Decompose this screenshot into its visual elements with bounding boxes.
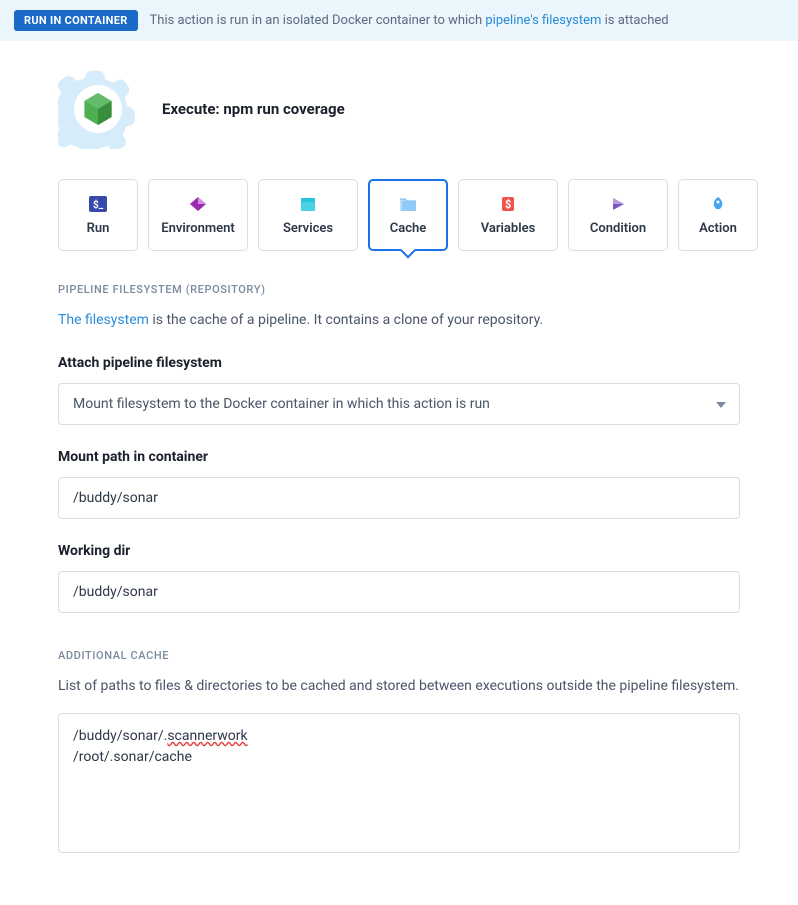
action-header: Execute: npm run coverage bbox=[58, 61, 740, 167]
tab-label: Condition bbox=[590, 221, 646, 236]
diamond-icon bbox=[188, 195, 208, 213]
tab-services[interactable]: Services bbox=[258, 179, 358, 251]
tab-environment[interactable]: Environment bbox=[148, 179, 248, 251]
additional-cache-textarea[interactable]: /buddy/sonar/.scannerwork/root/.sonar/ca… bbox=[58, 713, 740, 853]
tab-action[interactable]: Action bbox=[678, 179, 758, 251]
filesystem-desc: The filesystem is the cache of a pipelin… bbox=[58, 310, 740, 331]
cache-line1-squiggle: scannerwork bbox=[167, 728, 247, 744]
folder-icon bbox=[398, 195, 418, 213]
action-logo-gear bbox=[58, 69, 138, 149]
dollar-icon: $ bbox=[498, 195, 518, 213]
play-icon bbox=[608, 195, 628, 213]
additional-cache-desc: List of paths to files & directories to … bbox=[58, 676, 740, 697]
svg-text:$_: $_ bbox=[93, 198, 104, 211]
attach-filesystem-select[interactable]: Mount filesystem to the Docker container… bbox=[58, 383, 740, 425]
tab-label: Environment bbox=[161, 221, 235, 236]
filesystem-link[interactable]: The filesystem bbox=[58, 312, 149, 328]
cache-line1-prefix: /buddy/sonar/. bbox=[73, 728, 167, 744]
working-dir-label: Working dir bbox=[58, 543, 740, 559]
mount-path-label: Mount path in container bbox=[58, 449, 740, 465]
run-container-badge: RUN IN CONTAINER bbox=[14, 10, 138, 31]
rocket-icon bbox=[708, 195, 728, 213]
cache-line2: /root/.sonar/cache bbox=[73, 749, 192, 765]
banner-text: This action is run in an isolated Docker… bbox=[150, 13, 669, 28]
tab-condition[interactable]: Condition bbox=[568, 179, 668, 251]
tab-label: Cache bbox=[390, 221, 427, 236]
attach-label: Attach pipeline filesystem bbox=[58, 355, 740, 371]
box-icon bbox=[298, 195, 318, 213]
banner-text-before: This action is run in an isolated Docker… bbox=[150, 13, 486, 28]
banner-text-after: is attached bbox=[601, 13, 668, 28]
working-dir-input[interactable] bbox=[58, 571, 740, 613]
tab-run[interactable]: $_ Run bbox=[58, 179, 138, 251]
tab-cache[interactable]: Cache bbox=[368, 179, 448, 251]
terminal-icon: $_ bbox=[88, 195, 108, 213]
tab-variables[interactable]: $ Variables bbox=[458, 179, 558, 251]
additional-cache-header: ADDITIONAL CACHE bbox=[58, 649, 740, 662]
tabs-nav: $_ Run Environment Services Cache $ bbox=[58, 179, 740, 251]
tab-label: Variables bbox=[481, 221, 536, 236]
run-container-banner: RUN IN CONTAINER This action is run in a… bbox=[0, 0, 798, 41]
tab-label: Run bbox=[87, 221, 110, 236]
page-title: Execute: npm run coverage bbox=[162, 100, 345, 118]
tab-label: Services bbox=[283, 221, 333, 236]
filesystem-desc-rest: is the cache of a pipeline. It contains … bbox=[149, 312, 543, 328]
tab-label: Action bbox=[699, 221, 737, 236]
mount-path-input[interactable] bbox=[58, 477, 740, 519]
svg-text:$: $ bbox=[505, 198, 511, 211]
pipeline-filesystem-link[interactable]: pipeline's filesystem bbox=[485, 13, 601, 28]
filesystem-section-header: PIPELINE FILESYSTEM (REPOSITORY) bbox=[58, 283, 740, 296]
